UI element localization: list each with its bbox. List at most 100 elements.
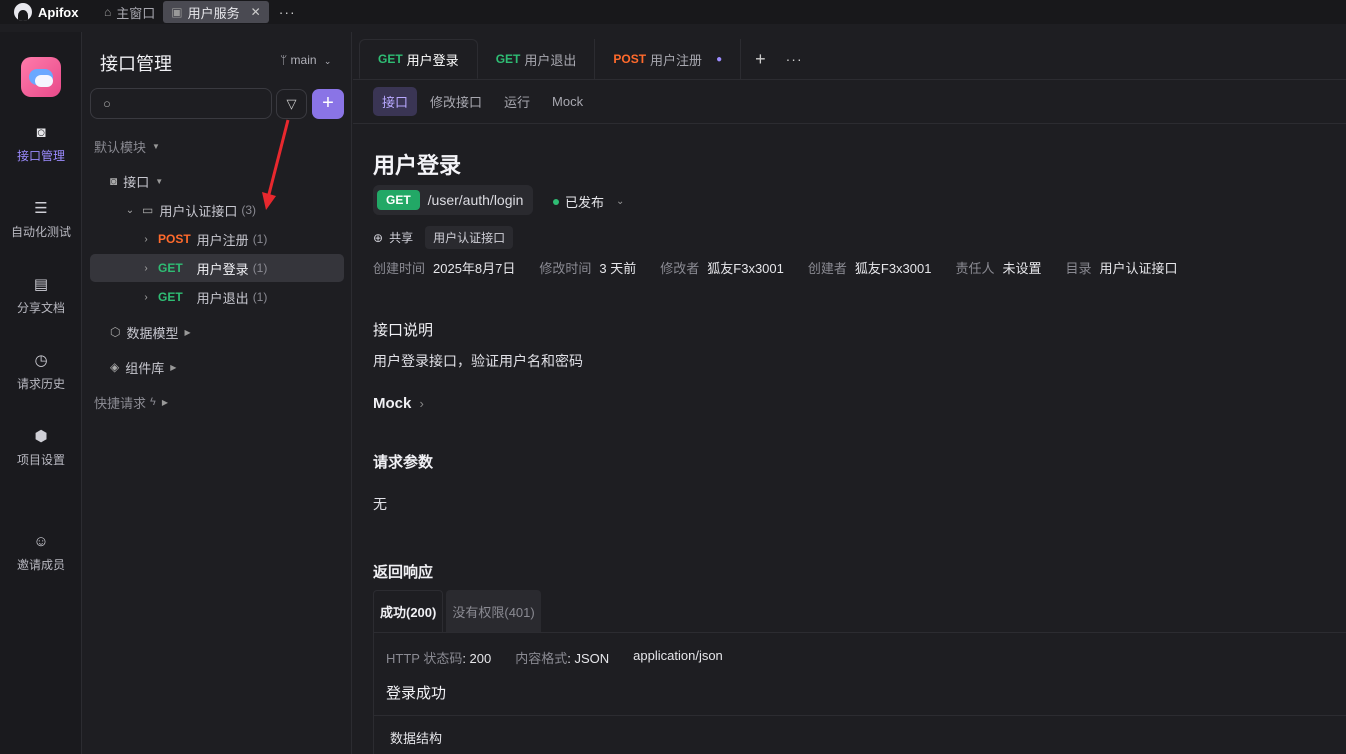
automation-icon: ☰ bbox=[34, 200, 48, 217]
more-icon[interactable]: ··· bbox=[279, 4, 296, 20]
add-button[interactable]: + bbox=[312, 89, 344, 119]
tab-user-logout[interactable]: GET 用户退出 bbox=[478, 39, 596, 79]
api-sidebar: 接口管理 ᛘ main ⌄ ○ ▽ + 默认模块 ▼ ◙ 接口 ▼ ⌄ ▭ 用户… bbox=[82, 32, 352, 754]
search-box[interactable]: ○ bbox=[90, 88, 272, 119]
method-badge: GET bbox=[158, 290, 183, 304]
tree-data-model[interactable]: ⬡ 数据模型 ▶ bbox=[90, 318, 344, 346]
meta-modified: 修改时间 3 天前 bbox=[539, 261, 637, 276]
chevron-down-icon: ⌄ bbox=[125, 204, 135, 216]
method-badge: GET bbox=[378, 52, 403, 66]
nav-share-docs[interactable]: ▤ 分享文档 bbox=[0, 276, 82, 316]
subtab-mock[interactable]: Mock bbox=[543, 89, 592, 114]
subtab-api[interactable]: 接口 bbox=[373, 87, 418, 116]
nav-label: 接口管理 bbox=[16, 149, 65, 163]
nav-label: 请求历史 bbox=[16, 377, 65, 391]
status-selector[interactable]: 已发布 ⌄ bbox=[553, 192, 624, 211]
nav-label: 自动化测试 bbox=[10, 225, 71, 239]
tree-label: 数据模型 bbox=[126, 325, 179, 341]
tree-endpoint-login[interactable]: › GET 用户登录 (1) bbox=[90, 254, 344, 282]
tree-components[interactable]: ◈ 组件库 ▶ bbox=[90, 353, 344, 381]
plus-icon: + bbox=[322, 92, 334, 114]
meta-creator: 创建者 狐友F3x3001 bbox=[807, 261, 932, 276]
project-avatar-icon[interactable] bbox=[21, 57, 61, 97]
status-badge: 已发布 bbox=[565, 195, 605, 210]
window-tab-home[interactable]: ⌂ 主窗口 bbox=[96, 0, 163, 24]
method-badge: GET bbox=[158, 261, 183, 275]
nav-project-settings[interactable]: ⬢ 项目设置 bbox=[0, 428, 82, 468]
nav-api-management[interactable]: ◙ 接口管理 bbox=[0, 124, 82, 164]
tree-folder[interactable]: ⌄ ▭ 用户认证接口 (3) bbox=[90, 196, 344, 224]
chevron-down-icon: ⌄ bbox=[616, 196, 625, 207]
app-brand: Apifox bbox=[0, 3, 96, 21]
project-icon: ▣ bbox=[171, 5, 183, 19]
folder-icon: ▭ bbox=[142, 203, 154, 217]
tree-label: 快捷请求 bbox=[94, 395, 147, 411]
tree-label: 接口 bbox=[123, 174, 150, 190]
close-icon[interactable]: ✕ bbox=[251, 5, 261, 19]
folder-tag[interactable]: 用户认证接口 bbox=[425, 226, 514, 249]
nav-label: 项目设置 bbox=[16, 453, 65, 467]
clock-icon: ◷ bbox=[34, 352, 48, 369]
editor-tab-bar: GET 用户登录 GET 用户退出 POST 用户注册 ● + ··· bbox=[353, 39, 1346, 80]
book-icon: ▤ bbox=[33, 276, 49, 293]
tab-label: 用户退出 bbox=[524, 52, 577, 68]
subtab-run[interactable]: 运行 bbox=[495, 87, 539, 116]
chevron-right-icon: › bbox=[144, 233, 148, 245]
tab-user-register[interactable]: POST 用户注册 ● bbox=[595, 39, 742, 79]
more-icon: ··· bbox=[785, 51, 803, 67]
tree-default-module[interactable]: 默认模块 ▼ bbox=[90, 132, 344, 160]
tree-endpoint-register[interactable]: › POST 用户注册 (1) bbox=[90, 225, 344, 253]
window-tab-project[interactable]: ▣ 用户服务 ✕ bbox=[163, 1, 269, 23]
nav-invite-members[interactable]: ☺ 邀请成员 bbox=[0, 533, 82, 573]
subtab-edit[interactable]: 修改接口 bbox=[421, 87, 491, 116]
new-tab-button[interactable]: + bbox=[741, 39, 780, 79]
main-panel: GET 用户登录 GET 用户退出 POST 用户注册 ● + ··· 接口 修… bbox=[353, 32, 1346, 754]
sub-tab-bar: 接口 修改接口 运行 Mock bbox=[353, 80, 1346, 124]
api-icon: ◙ bbox=[110, 174, 118, 188]
window-tab-label: 主窗口 bbox=[116, 5, 156, 21]
search-icon: ○ bbox=[103, 96, 111, 111]
plus-icon: + bbox=[755, 48, 766, 69]
nav-automation-test[interactable]: ☰ 自动化测试 bbox=[0, 200, 82, 240]
meta-directory: 目录 用户认证接口 bbox=[1065, 261, 1178, 276]
tab-more-button[interactable]: ··· bbox=[780, 39, 809, 79]
method-badge: POST bbox=[613, 52, 647, 66]
response-tab-200[interactable]: 成功(200) bbox=[373, 590, 444, 632]
tab-user-login[interactable]: GET 用户登录 bbox=[359, 39, 478, 79]
tree-endpoint-logout[interactable]: › GET 用户退出 (1) bbox=[90, 283, 344, 311]
url-box[interactable]: GET /user/auth/login bbox=[373, 185, 534, 215]
method-badge: GET bbox=[495, 52, 521, 66]
branch-selector[interactable]: ᛘ main ⌄ bbox=[280, 53, 331, 67]
tree-label: 用户登录 bbox=[196, 261, 249, 277]
chevron-down-icon: ⌄ bbox=[323, 56, 332, 66]
tree-quick-request[interactable]: 快捷请求 ϟ ▶ bbox=[90, 388, 344, 416]
add-user-icon: ☺ bbox=[33, 533, 49, 550]
nav-request-history[interactable]: ◷ 请求历史 bbox=[0, 352, 82, 392]
tree-label: 用户退出 bbox=[196, 290, 249, 306]
response-tab-401[interactable]: 没有权限(401) bbox=[446, 590, 541, 632]
caret-right-icon: ▶ bbox=[184, 327, 191, 337]
search-input[interactable] bbox=[121, 94, 261, 114]
divider bbox=[374, 715, 1346, 716]
desc-text: 用户登录接口，验证用户名和密码 bbox=[373, 353, 583, 369]
response-format: 内容格式: JSON bbox=[515, 651, 610, 666]
mock-section[interactable]: Mock › bbox=[373, 395, 424, 412]
share-label[interactable]: 共享 bbox=[389, 229, 413, 246]
filter-button[interactable]: ▽ bbox=[276, 89, 307, 119]
tree-label: 用户注册 bbox=[196, 232, 249, 248]
nav-label: 邀请成员 bbox=[16, 558, 65, 572]
response-content-type: application/json bbox=[633, 648, 723, 663]
method-pill: GET bbox=[377, 190, 420, 210]
share-row: ⊕ 共享 用户认证接口 bbox=[373, 226, 514, 249]
title-bar: Apifox ⌂ 主窗口 ▣ 用户服务 ✕ ··· bbox=[0, 0, 1346, 24]
desc-title: 接口说明 bbox=[373, 322, 434, 339]
branch-icon: ᛘ bbox=[280, 53, 288, 67]
tab-label: 用户登录 bbox=[406, 52, 459, 68]
meta-owner: 责任人 未设置 bbox=[955, 261, 1042, 276]
params-title: 请求参数 bbox=[373, 454, 434, 471]
left-nav: ◙ 接口管理 ☰ 自动化测试 ▤ 分享文档 ◷ 请求历史 ⬢ 项目设置 ☺ 邀请… bbox=[0, 32, 82, 754]
meta-row: 创建时间 2025年8月7日 修改时间 3 天前 修改者 狐友F3x3001 创建者狐… bbox=[373, 258, 1178, 277]
chevron-right-icon: › bbox=[144, 262, 148, 274]
tree-api-node[interactable]: ◙ 接口 ▼ bbox=[90, 167, 344, 195]
tree-count: (3) bbox=[241, 203, 257, 217]
